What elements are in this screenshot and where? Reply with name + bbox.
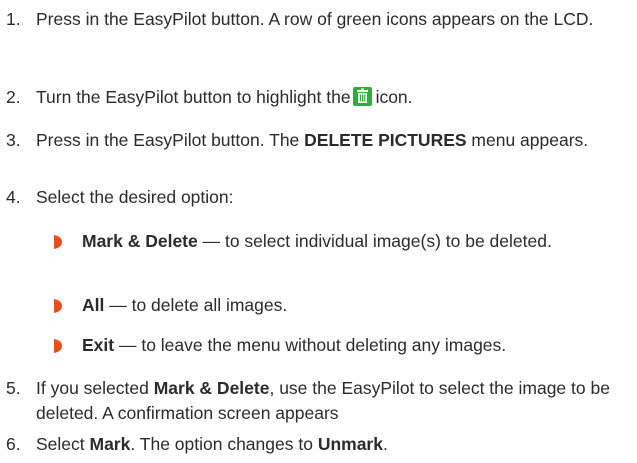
step-number: 3. [6,130,21,150]
option-desc: — to select individual image(s) to be de… [197,231,552,251]
option-ref: Mark & Delete [153,378,270,398]
step-text: Select the desired option: [36,187,234,207]
step-number: 1. [6,9,21,29]
instruction-page: 1. Press in the EasyPilot button. A row … [0,0,637,463]
step-text-pre: Press in the EasyPilot button. The [36,130,305,150]
bullet-icon [54,299,62,313]
trash-icon [352,87,372,106]
step-text-pre: If you selected [36,378,154,398]
step-text: Select Mark. The option changes to Unmar… [36,432,632,457]
step-number: 2. [6,87,21,107]
step-number: 5. [6,378,21,398]
option-text: Mark & Delete — to select individual ima… [82,229,632,254]
option-text: Exit — to leave the menu without deletin… [82,333,632,358]
step-text-pre: Turn the EasyPilot button to highlight t… [36,87,351,107]
step-text-post: icon. [375,87,413,107]
option-label: Mark & Delete [82,231,198,251]
step-text-post: menu appears. [466,130,589,150]
step-number: 4. [6,187,21,207]
bullet-icon [54,339,62,353]
option-mark: Mark [89,434,131,454]
menu-name: DELETE PICTURES [304,130,467,150]
step-text-post: . [382,434,388,454]
step-text-mid: . The option changes to [130,434,318,454]
step-text: Press in the EasyPilot button. A row of … [36,9,594,29]
option-desc: — to delete all images. [104,295,288,315]
option-text: All — to delete all images. [82,293,632,318]
step-text-pre: Select [36,434,90,454]
option-label: All [82,295,105,315]
option-unmark: Unmark [317,434,383,454]
option-label: Exit [82,335,115,355]
step-text: Press in the EasyPilot button. The DELET… [36,128,632,153]
step-number: 6. [6,434,21,454]
step-text: Turn the EasyPilot button to highlight t… [36,85,632,110]
option-desc: — to leave the menu without deleting any… [114,335,507,355]
step-text: If you selected Mark & Delete, use the E… [36,376,632,426]
bullet-icon [54,235,62,249]
